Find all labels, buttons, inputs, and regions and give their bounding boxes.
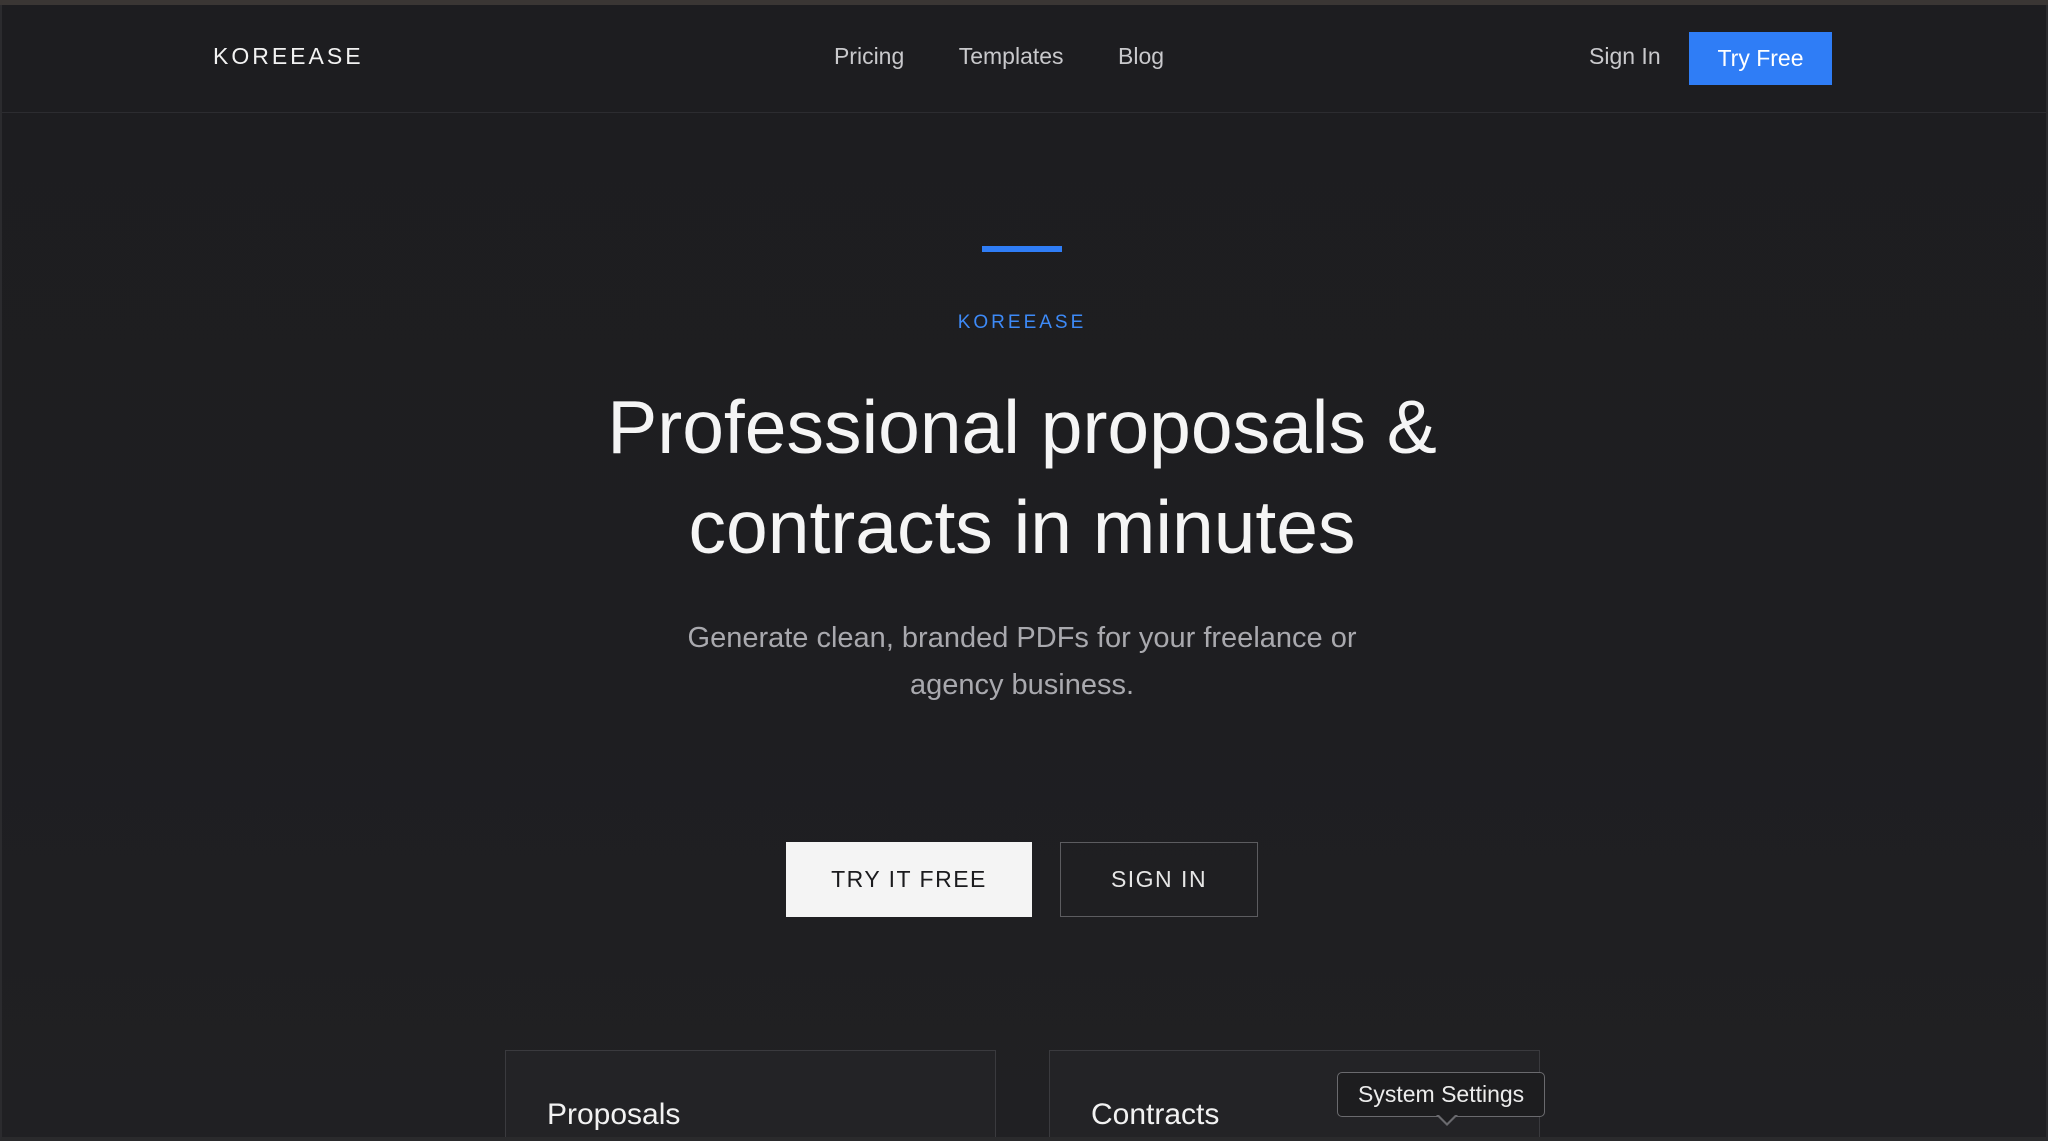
hero-subtitle: Generate clean, branded PDFs for your fr…: [0, 615, 2044, 709]
try-it-free-button[interactable]: TRY IT FREE: [786, 842, 1032, 917]
nav-link-templates[interactable]: Templates: [959, 43, 1064, 70]
brand-logo[interactable]: KOREEASE: [213, 43, 364, 70]
hero-eyebrow: KOREEASE: [957, 312, 1087, 333]
card-title: Proposals: [547, 1098, 681, 1131]
nav-sign-in-link[interactable]: Sign In: [1589, 43, 1661, 70]
hero-title: Professional proposals & contracts in mi…: [0, 377, 2044, 577]
system-settings-tooltip: System Settings: [1337, 1072, 1546, 1117]
hero-title-line-2: contracts in minutes: [688, 485, 1356, 569]
feature-card-proposals[interactable]: Proposals: [505, 1050, 996, 1141]
nav-link-pricing[interactable]: Pricing: [834, 43, 904, 70]
hero-subtitle-line-2: agency business.: [909, 669, 1135, 701]
nav-link-blog[interactable]: Blog: [1118, 43, 1164, 70]
hero-sign-in-button[interactable]: SIGN IN: [1060, 842, 1258, 917]
hero-title-line-1: Professional proposals &: [607, 385, 1437, 469]
nav-try-free-button[interactable]: Try Free: [1689, 32, 1832, 85]
browser-window: KOREEASE Pricing Templates Blog Sign In …: [0, 0, 2048, 1141]
hero-subtitle-line-1: Generate clean, branded PDFs for your fr…: [687, 622, 1357, 654]
hero-accent-bar: [982, 246, 1062, 252]
top-navbar: KOREEASE Pricing Templates Blog Sign In …: [0, 5, 2048, 113]
card-title: Contracts: [1091, 1098, 1220, 1131]
tooltip-arrow-fill: [1438, 1114, 1456, 1123]
